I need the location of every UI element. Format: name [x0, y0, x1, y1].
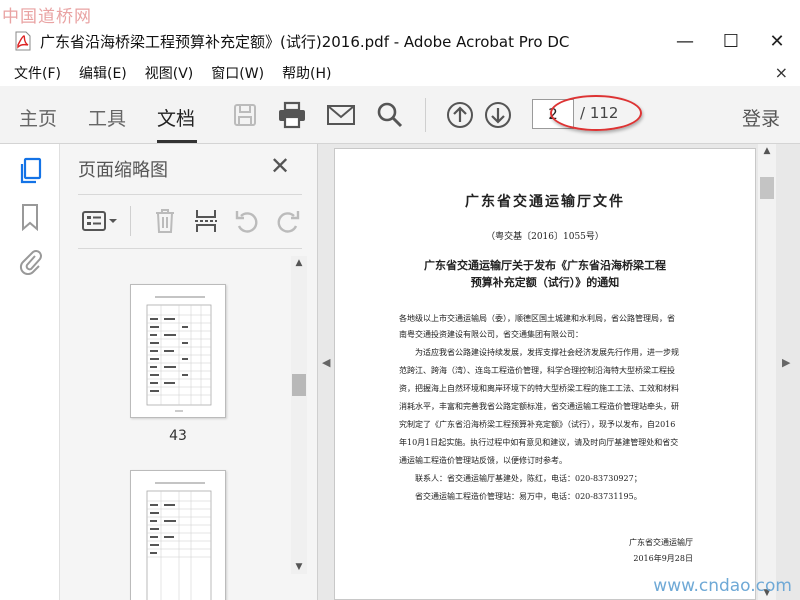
- document-page: 广东省交通运输厅文件 （粤交基〔2016〕1055号） 广东省交通运输厅关于发布…: [334, 148, 756, 600]
- document-scrollbar[interactable]: ▲ ▼: [758, 144, 776, 600]
- minimize-button[interactable]: —: [662, 22, 708, 60]
- doc-body-line: 范跨江、跨海（湾）、连岛工程造价管理，科学合理控制沿海特大型桥梁工程投: [399, 366, 675, 375]
- window-title: 广东省沿海桥梁工程预算补充定额》(试行)2016.pdf - Adobe Acr…: [40, 32, 570, 51]
- panel-tool-divider: [130, 206, 131, 236]
- panel-divider: [78, 194, 302, 195]
- next-page-icon[interactable]: [481, 98, 515, 132]
- doc-heading-line-1: 广东省交通运输厅关于发布《广东省沿海桥梁工程: [424, 259, 666, 272]
- doc-body-line: 为适应我省公路建设持续发展，发挥支撑社会经济发展先行作用，进一步规: [399, 348, 679, 357]
- page-thumbnails-panel: 页面缩略图 ✕ 43 ▲ ▼: [60, 144, 318, 600]
- extract-pages-icon[interactable]: [191, 206, 221, 236]
- previous-page-icon[interactable]: [443, 98, 477, 132]
- scrollbar-thumb[interactable]: [760, 177, 774, 199]
- doc-body-line: 年10月1日起实施。执行过程中如有意见和建议，请及时向厅基建管理处和省交: [399, 438, 679, 447]
- close-document-button[interactable]: ×: [775, 63, 788, 82]
- delete-page-icon[interactable]: [150, 206, 180, 236]
- panel-close-button[interactable]: ✕: [270, 152, 290, 180]
- panel-title: 页面缩略图: [78, 160, 168, 181]
- active-tab-indicator: [157, 140, 197, 143]
- doc-body-line: 资，把握海上自然环境和离岸环境下的特大型桥梁工程的施工工法、工效和材料: [399, 384, 679, 393]
- doc-body-line: 省交通运输工程造价管理站：易万中，电话：020-83731195。: [399, 492, 642, 501]
- search-icon[interactable]: [373, 98, 407, 132]
- left-rail: [0, 144, 60, 600]
- doc-body-line: 联系人：省交通运输厅基建处，陈红，电话：020-83730927；: [399, 474, 642, 483]
- menu-file[interactable]: 文件(F): [14, 63, 61, 83]
- login-button[interactable]: 登录: [742, 104, 780, 131]
- watermark-top: 中国道桥网: [2, 7, 92, 27]
- doc-body-line: 消耗水平，丰富和完善我省公路定额标准，省交通运输工程造价管理站牵头，研: [399, 402, 679, 411]
- scroll-up-arrow[interactable]: ▲: [758, 144, 776, 158]
- doc-reference-number: （粤交基〔2016〕1055号）: [486, 232, 604, 242]
- scrollbar-thumb[interactable]: [292, 374, 306, 396]
- panel-divider-2: [78, 248, 302, 249]
- toolbar: 主页 工具 文档 2 / 112 登录: [0, 86, 800, 144]
- doc-body-line: 究制定了《广东省沿海桥梁工程预算补充定额》（试行），现予以发布，自2016: [399, 420, 676, 429]
- doc-title: 广东省交通运输厅文件: [465, 194, 625, 210]
- collapse-left-panel-arrow[interactable]: ◀: [322, 356, 330, 369]
- pdf-file-icon: [14, 31, 32, 51]
- menu-bar: 文件(F) 编辑(E) 视图(V) 窗口(W) 帮助(H) ×: [0, 60, 800, 86]
- page-thumbnails-icon[interactable]: [15, 156, 45, 186]
- close-window-button[interactable]: ✕: [754, 22, 800, 60]
- doc-body-line: 南粤交通投资建设有限公司，省交通集团有限公司：: [399, 330, 583, 339]
- menu-edit[interactable]: 编辑(E): [79, 63, 127, 83]
- bookmarks-icon[interactable]: [15, 202, 45, 232]
- email-icon[interactable]: [324, 98, 358, 132]
- menu-view[interactable]: 视图(V): [145, 63, 194, 83]
- page-thumbnail[interactable]: [130, 284, 226, 418]
- doc-signature-org: 广东省交通运输厅: [629, 538, 693, 547]
- tab-document[interactable]: 文档: [157, 104, 195, 131]
- scroll-up-arrow[interactable]: ▲: [291, 256, 307, 270]
- print-icon[interactable]: [275, 98, 309, 132]
- tab-home[interactable]: 主页: [19, 104, 57, 131]
- annotation-ellipse: [550, 95, 642, 131]
- toolbar-divider: [425, 98, 426, 132]
- scroll-down-arrow[interactable]: ▼: [291, 560, 307, 574]
- tab-tools[interactable]: 工具: [88, 104, 126, 131]
- document-view: ◀ ▶ 广东省交通运输厅文件 （粤交基〔2016〕1055号） 广东省交通运输厅…: [318, 144, 800, 600]
- thumbnail-list: 43: [60, 254, 318, 600]
- watermark-bottom: www.cndao.com: [653, 576, 792, 596]
- expand-right-panel-arrow[interactable]: ▶: [782, 356, 790, 369]
- doc-heading-line-2: 预算补充定额（试行）》的通知: [470, 276, 620, 289]
- thumbnail-options-icon[interactable]: [80, 206, 120, 236]
- rotate-clockwise-icon[interactable]: [273, 206, 303, 236]
- rotate-counterclockwise-icon[interactable]: [232, 206, 262, 236]
- page-thumbnail[interactable]: [130, 470, 226, 600]
- attachments-icon[interactable]: [15, 246, 45, 276]
- menu-window[interactable]: 窗口(W): [211, 63, 264, 83]
- thumbnail-scrollbar[interactable]: ▲ ▼: [291, 256, 307, 574]
- maximize-button[interactable]: ☐: [708, 22, 754, 60]
- menu-help[interactable]: 帮助(H): [282, 63, 331, 83]
- save-icon[interactable]: [228, 98, 262, 132]
- doc-body-line: 各地级以上市交通运输局（委），顺德区国土城建和水利局，省公路管理局，省: [399, 314, 675, 323]
- title-bar: 广东省沿海桥梁工程预算补充定额》(试行)2016.pdf - Adobe Acr…: [0, 22, 800, 60]
- thumbnail-page-label: 43: [169, 428, 187, 444]
- doc-body-line: 通运输工程造价管理站反馈，以便修订时参考。: [399, 456, 567, 465]
- doc-signature-date: 2016年9月28日: [633, 554, 693, 563]
